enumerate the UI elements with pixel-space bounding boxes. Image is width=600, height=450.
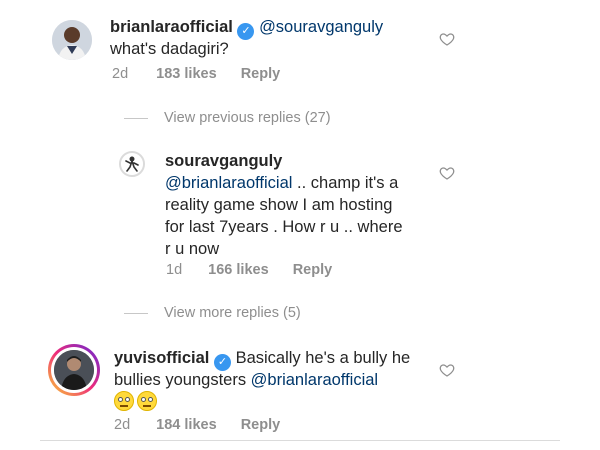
view-more-replies[interactable]: View more replies (5) bbox=[124, 305, 301, 321]
comment-likes[interactable]: 166 likes bbox=[208, 262, 268, 278]
comment-meta: 2d 183 likes Reply bbox=[112, 66, 280, 82]
comment-text: for last 7years . How r u .. where bbox=[165, 218, 403, 236]
comment-username-link[interactable]: souravganguly bbox=[165, 152, 282, 170]
comment-time[interactable]: 1d bbox=[166, 262, 182, 278]
avatar-image bbox=[54, 350, 94, 390]
reply-button[interactable]: Reply bbox=[241, 417, 281, 433]
comment-time[interactable]: 2d bbox=[112, 66, 128, 82]
comment-likes[interactable]: 183 likes bbox=[156, 66, 216, 82]
comment-text: reality game show I am hosting bbox=[165, 196, 393, 214]
view-more-replies-label[interactable]: View more replies (5) bbox=[164, 305, 301, 321]
comment-text: .. champ it's a bbox=[292, 174, 399, 192]
avatar-image bbox=[121, 153, 143, 175]
comment-likes[interactable]: 184 likes bbox=[156, 417, 216, 433]
comment-mention[interactable]: @brianlaraofficial bbox=[251, 371, 378, 389]
verified-badge-icon: ✓ bbox=[237, 23, 255, 40]
avatar-yuvisofficial[interactable] bbox=[48, 344, 100, 396]
reply-button[interactable]: Reply bbox=[293, 262, 333, 278]
replies-divider-line bbox=[124, 312, 148, 314]
heart-outline-icon[interactable] bbox=[439, 165, 455, 181]
emoji-row bbox=[114, 391, 160, 412]
heart-outline-icon[interactable] bbox=[439, 31, 455, 47]
comment-body: yuvisofficial ✓ Basically he's a bully h… bbox=[114, 347, 410, 371]
comment-mention[interactable]: @brianlaraofficial bbox=[165, 174, 292, 192]
grimacing-face-emoji bbox=[114, 391, 134, 411]
comment-text-line: bullies youngsters @brianlaraofficial bbox=[114, 369, 378, 391]
view-previous-replies-label[interactable]: View previous replies (27) bbox=[164, 110, 331, 126]
replies-divider-line bbox=[124, 117, 148, 119]
comment-time[interactable]: 2d bbox=[114, 417, 130, 433]
comment-body: brianlaraofficial ✓ @souravganguly bbox=[110, 16, 383, 40]
grimacing-face-emoji bbox=[137, 391, 157, 411]
comment-text-line: @brianlaraofficial .. champ it's a bbox=[165, 172, 398, 194]
avatar-souravganguly[interactable] bbox=[119, 151, 145, 177]
heart-outline-icon[interactable] bbox=[439, 362, 455, 378]
avatar-image bbox=[52, 20, 92, 60]
comment-username[interactable]: yuvisofficial bbox=[114, 349, 209, 367]
comment-text: r u now bbox=[165, 240, 220, 258]
comment-username: souravganguly bbox=[165, 150, 282, 172]
comment-text: Basically he's a bully he bbox=[235, 349, 411, 367]
comment-text: bullies youngsters bbox=[114, 371, 251, 389]
avatar-brianlaraofficial[interactable] bbox=[52, 20, 92, 60]
reply-button[interactable]: Reply bbox=[241, 66, 281, 82]
comment-mention[interactable]: @souravganguly bbox=[259, 18, 383, 36]
comment-text: what's dadagiri? bbox=[110, 40, 229, 58]
comment-meta: 1d 166 likes Reply bbox=[166, 262, 332, 278]
comment-meta: 2d 184 likes Reply bbox=[114, 417, 280, 433]
view-previous-replies[interactable]: View previous replies (27) bbox=[124, 110, 331, 126]
bottom-divider bbox=[40, 440, 560, 441]
comment-username[interactable]: brianlaraofficial bbox=[110, 18, 233, 36]
